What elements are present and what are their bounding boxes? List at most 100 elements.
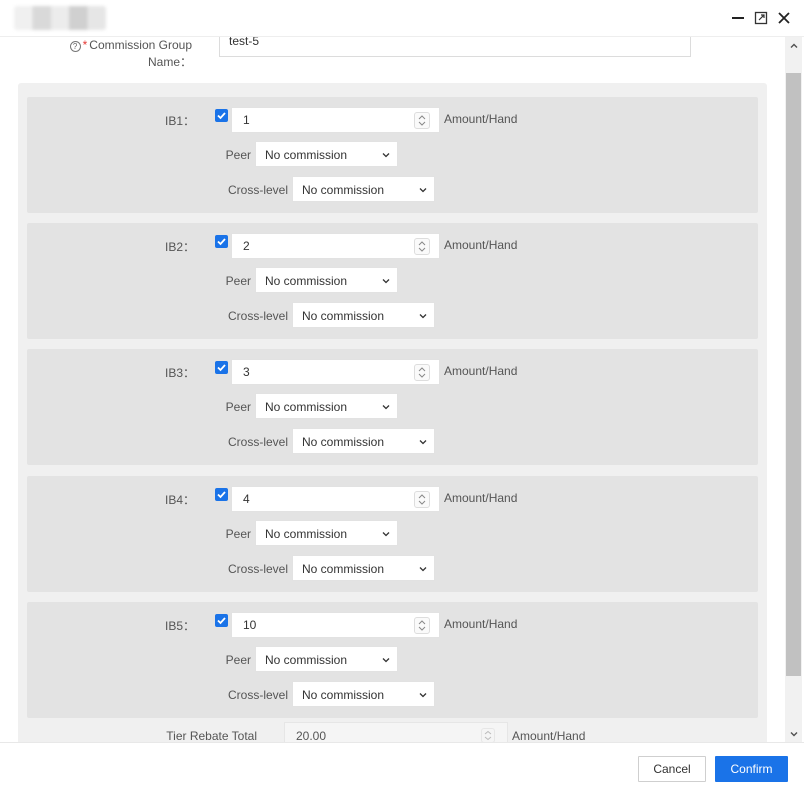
tier-rebate-total-value: 20.00 [296, 729, 327, 742]
chevron-down-icon [382, 658, 390, 663]
ib-label: IB2： [164, 240, 195, 254]
maximize-icon[interactable] [752, 9, 770, 27]
tier-rebate-total-row: Tier Rebate Total 20.00 Amount/Hand [0, 722, 785, 742]
help-icon[interactable]: ? [69, 41, 81, 52]
peer-select-value: No commission [265, 653, 348, 667]
peer-select-value: No commission [265, 274, 348, 288]
cross-level-select-value: No commission [302, 688, 385, 702]
group-name-value: test-5 [229, 37, 260, 48]
ib-label: IB5： [164, 619, 195, 633]
commission-group-name-input[interactable]: test-5 [219, 37, 691, 57]
peer-select[interactable]: No commission [255, 393, 398, 419]
minimize-icon[interactable] [729, 9, 747, 27]
ib-checkbox[interactable] [215, 235, 228, 248]
ib-checkbox[interactable] [215, 361, 228, 374]
chevron-down-icon [419, 693, 427, 698]
cross-level-select-value: No commission [302, 435, 385, 449]
chevron-down-icon [382, 153, 390, 158]
stepper-icon[interactable] [414, 238, 430, 255]
ib-amount-input[interactable]: 10 [231, 612, 440, 638]
ib-label: IB1： [164, 114, 195, 128]
cross-level-label: Cross-level [227, 183, 288, 197]
scrollbar-thumb[interactable] [786, 73, 801, 676]
peer-select[interactable]: No commission [255, 267, 398, 293]
stepper-icon[interactable] [414, 491, 430, 508]
ib-checkbox[interactable] [215, 614, 228, 627]
group-name-label-text: Commission Group Name： [89, 38, 192, 69]
cancel-button[interactable]: Cancel [638, 756, 706, 782]
peer-label: Peer [225, 527, 251, 541]
cross-level-select-value: No commission [302, 183, 385, 197]
ib-unit-label: Amount/Hand [444, 491, 518, 505]
dialog-footer: Cancel Confirm [0, 742, 804, 790]
ib-unit-label: Amount/Hand [444, 112, 518, 126]
tier-rebate-total-input: 20.00 [284, 722, 508, 742]
cross-level-select[interactable]: No commission [292, 176, 435, 202]
ib-amount-value: 4 [243, 492, 250, 506]
cross-level-select[interactable]: No commission [292, 681, 435, 707]
cross-level-select[interactable]: No commission [292, 302, 435, 328]
ib-label: IB3： [164, 366, 195, 380]
ib-block-2: IB2： 2 Amount/Hand Peer No commission Cr… [27, 223, 758, 339]
peer-select-value: No commission [265, 148, 348, 162]
ib-amount-value: 3 [243, 365, 250, 379]
ib-amount-input[interactable]: 1 [231, 107, 440, 133]
peer-select-value: No commission [265, 400, 348, 414]
peer-label: Peer [225, 400, 251, 414]
ib-block-3: IB3： 3 Amount/Hand Peer No commission Cr… [27, 349, 758, 465]
peer-label: Peer [225, 148, 251, 162]
chevron-down-icon [382, 532, 390, 537]
stepper-icon[interactable] [414, 112, 430, 129]
required-mark: * [82, 38, 88, 52]
ib-unit-label: Amount/Hand [444, 364, 518, 378]
cross-level-select-value: No commission [302, 562, 385, 576]
ib-unit-label: Amount/Hand [444, 238, 518, 252]
ib-amount-input[interactable]: 4 [231, 486, 440, 512]
peer-select[interactable]: No commission [255, 646, 398, 672]
ib-amount-input[interactable]: 2 [231, 233, 440, 259]
scroll-down-icon[interactable] [785, 725, 802, 742]
ib-checkbox[interactable] [215, 488, 228, 501]
tier-rebate-total-label: Tier Rebate Total [166, 729, 257, 742]
cross-level-select-value: No commission [302, 309, 385, 323]
ib-amount-value: 10 [243, 618, 257, 632]
blurred-logo [14, 6, 106, 30]
cross-level-label: Cross-level [227, 435, 288, 449]
peer-select[interactable]: No commission [255, 141, 398, 167]
ib-checkbox[interactable] [215, 109, 228, 122]
vertical-scrollbar[interactable] [785, 37, 802, 742]
cross-level-label: Cross-level [227, 309, 288, 323]
ib-block-5: IB5： 10 Amount/Hand Peer No commission C… [27, 602, 758, 718]
chevron-down-icon [382, 279, 390, 284]
cross-level-label: Cross-level [227, 688, 288, 702]
chevron-down-icon [419, 567, 427, 572]
stepper-icon [481, 728, 495, 742]
peer-label: Peer [225, 274, 251, 288]
chevron-down-icon [419, 314, 427, 319]
stepper-icon[interactable] [414, 617, 430, 634]
ib-unit-label: Amount/Hand [444, 617, 518, 631]
ib-levels-panel: IB1： 1 Amount/Hand Peer No commission Cr… [18, 83, 767, 742]
dialog-content: ? * Commission Group Name： test-5 IB1： 1 A… [0, 37, 785, 742]
cross-level-select[interactable]: No commission [292, 428, 435, 454]
ib-amount-input[interactable]: 3 [231, 359, 440, 385]
ib-amount-value: 2 [243, 239, 250, 253]
commission-group-name-label: ? * Commission Group Name： [55, 37, 192, 71]
commission-group-name-row: ? * Commission Group Name： test-5 [0, 37, 785, 77]
peer-label: Peer [225, 653, 251, 667]
ib-block-4: IB4： 4 Amount/Hand Peer No commission Cr… [27, 476, 758, 592]
cross-level-label: Cross-level [227, 562, 288, 576]
stepper-icon[interactable] [414, 364, 430, 381]
confirm-button[interactable]: Confirm [715, 756, 788, 782]
cross-level-select[interactable]: No commission [292, 555, 435, 581]
chevron-down-icon [419, 440, 427, 445]
ib-amount-value: 1 [243, 113, 250, 127]
close-icon[interactable] [775, 9, 793, 27]
dialog-titlebar [0, 0, 804, 37]
ib-block-1: IB1： 1 Amount/Hand Peer No commission Cr… [27, 97, 758, 213]
tier-rebate-total-unit: Amount/Hand [512, 729, 586, 742]
scroll-up-icon[interactable] [785, 37, 802, 54]
ib-label: IB4： [164, 493, 195, 507]
peer-select-value: No commission [265, 527, 348, 541]
peer-select[interactable]: No commission [255, 520, 398, 546]
